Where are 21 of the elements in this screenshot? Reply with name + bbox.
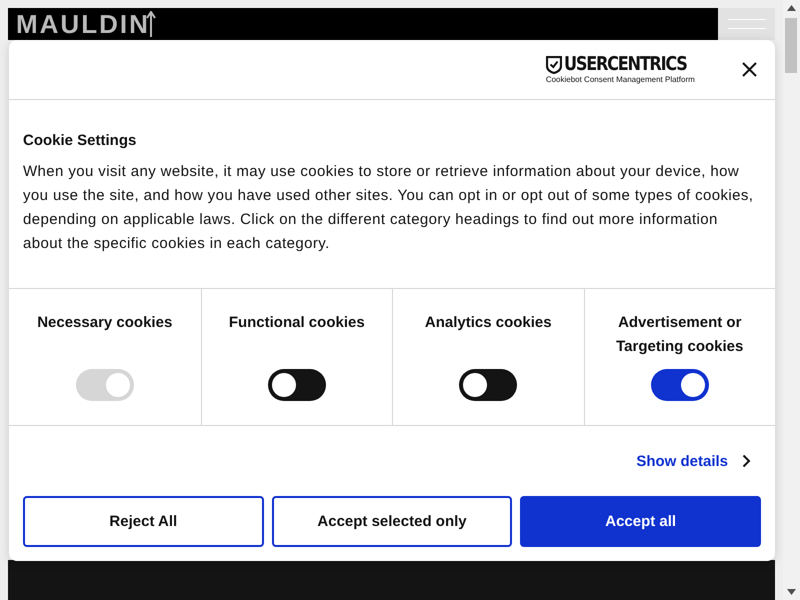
site-logo[interactable]: MAULDIN (16, 11, 156, 37)
accept-all-button[interactable]: Accept all (520, 496, 762, 547)
toggle-switch[interactable] (650, 369, 709, 401)
dialog-description: When you visit any website, it may use cookies to store or retrieve information about your device, how you use the site, and how you have used other sites. You can opt in or opt out of some types of cookies, depending on applicable laws. Click on the different category headings to find out more information about the specific cookies in each category. (23, 162, 754, 254)
consent-button[interactable]: Accept selected only (272, 496, 512, 547)
category-label[interactable]: Analytics cookies (413, 311, 564, 359)
scrollbar-thumb[interactable] (785, 18, 797, 73)
close-icon (742, 62, 757, 77)
category-label[interactable]: Advertisement or Targeting cookies (604, 311, 755, 359)
scroll-up-icon[interactable] (787, 5, 796, 11)
consent-button[interactable]: Reject All (23, 496, 264, 547)
brand-tagline: Cookiebot Consent Management Platform (546, 75, 695, 84)
scroll-down-icon[interactable] (787, 589, 796, 595)
category-label[interactable]: Functional cookies (222, 311, 372, 359)
chevron-right-icon (742, 454, 751, 468)
toggle-switch[interactable] (459, 369, 518, 401)
dialog-title: Cookie Settings (23, 132, 138, 149)
show-details-link[interactable]: Show details (636, 452, 751, 470)
brand-name: USERCENTRICS (564, 55, 686, 74)
toggle-switch[interactable] (268, 369, 326, 401)
shield-check-icon (546, 56, 562, 74)
